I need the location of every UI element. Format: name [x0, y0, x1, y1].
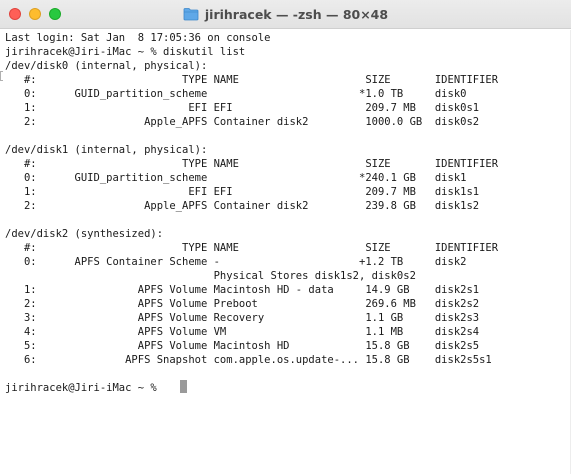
- terminal-line: 0: GUID_partition_scheme *1.0 TB disk0: [5, 88, 467, 100]
- terminal-line: 0: APFS Container Scheme - +1.2 TB disk2: [5, 256, 467, 268]
- title-bar[interactable]: jirihracek — -zsh — 80×48: [0, 0, 571, 29]
- terminal-line: jirihracek@Jiri-iMac ~ % diskutil list: [5, 46, 246, 58]
- mark-bracket: [0, 71, 3, 81]
- terminal-line: /dev/disk2 (synthesized):: [5, 228, 164, 240]
- prompt-line: jirihracek@Jiri-iMac ~ %: [5, 382, 164, 394]
- terminal-line: Last login: Sat Jan 8 17:05:36 on consol…: [5, 32, 271, 44]
- terminal-line: 5: APFS Volume Macintosh HD 15.8 GB disk…: [5, 340, 480, 352]
- folder-icon: [183, 8, 199, 21]
- terminal-line: 2: APFS Volume Preboot 269.6 MB disk2s2: [5, 298, 480, 310]
- terminal-line: 6: APFS Snapshot com.apple.os.update-...…: [5, 354, 492, 366]
- terminal-line: 1: EFI EFI 209.7 MB disk0s1: [5, 102, 480, 114]
- terminal-content[interactable]: Last login: Sat Jan 8 17:05:36 on consol…: [0, 30, 571, 474]
- terminal-line: Physical Stores disk1s2, disk0s2: [5, 270, 416, 282]
- terminal-line: 1: EFI EFI 209.7 MB disk1s1: [5, 186, 480, 198]
- terminal-line: 2: Apple_APFS Container disk2 239.8 GB d…: [5, 200, 480, 212]
- terminal-line: #: TYPE NAME SIZE IDENTIFIER: [5, 158, 499, 170]
- terminal-line: 4: APFS Volume VM 1.1 MB disk2s4: [5, 326, 480, 338]
- terminal-line: /dev/disk1 (internal, physical):: [5, 144, 208, 156]
- terminal-line: #: TYPE NAME SIZE IDENTIFIER: [5, 74, 499, 86]
- terminal-line: 0: GUID_partition_scheme *240.1 GB disk1: [5, 172, 467, 184]
- text-cursor: [180, 380, 187, 393]
- terminal-window: jirihracek — -zsh — 80×48 Last login: Sa…: [0, 0, 571, 474]
- terminal-line: 2: Apple_APFS Container disk2 1000.0 GB …: [5, 116, 480, 128]
- terminal-line: /dev/disk0 (internal, physical):: [5, 60, 208, 72]
- terminal-line: 1: APFS Volume Macintosh HD - data 14.9 …: [5, 284, 480, 296]
- window-title: jirihracek — -zsh — 80×48: [204, 6, 389, 22]
- terminal-line: #: TYPE NAME SIZE IDENTIFIER: [5, 242, 499, 254]
- title-container: jirihracek — -zsh — 80×48: [0, 0, 571, 28]
- terminal-line: 3: APFS Volume Recovery 1.1 GB disk2s3: [5, 312, 480, 324]
